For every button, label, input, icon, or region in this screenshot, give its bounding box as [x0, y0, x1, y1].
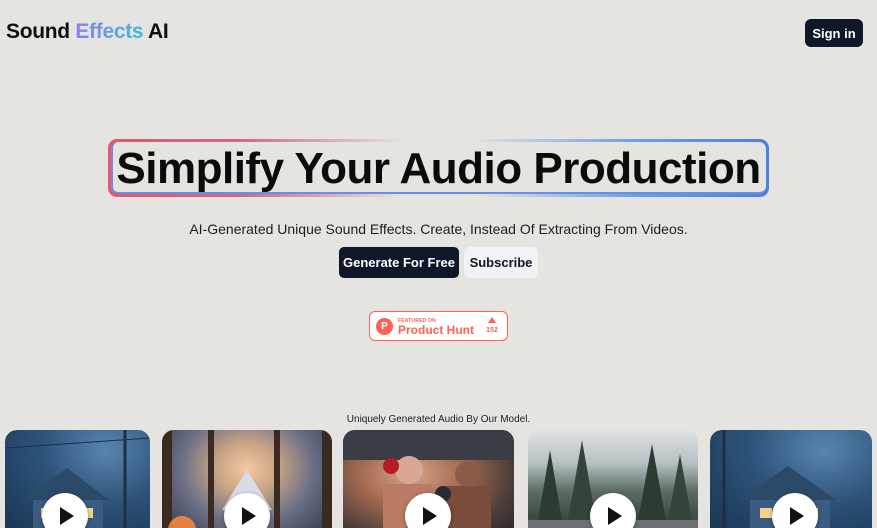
sound-card-3[interactable] [343, 430, 514, 528]
sound-card-1[interactable] [5, 430, 150, 528]
gallery-caption: Uniquely Generated Audio By Our Model. [346, 414, 531, 425]
sign-in-button[interactable]: Sign in [805, 19, 863, 47]
upvote-arrow-icon [488, 317, 496, 323]
hero-subtitle: AI-Generated Unique Sound Effects. Creat… [189, 221, 688, 237]
site-logo[interactable]: Sound Effects AI [6, 20, 169, 44]
logo-text-sound: Sound [6, 20, 76, 43]
product-hunt-name: Product Hunt [398, 323, 474, 337]
play-icon [423, 507, 437, 525]
play-icon [60, 507, 74, 525]
logo-text-effects: Effects [75, 20, 144, 43]
sound-card-5[interactable] [710, 430, 872, 528]
product-hunt-logo-icon: P [376, 318, 393, 335]
hero-title: Simplify Your Audio Production [116, 144, 761, 193]
generate-for-free-button[interactable]: Generate For Free [339, 247, 459, 278]
play-icon [608, 507, 622, 525]
play-icon [790, 507, 804, 525]
product-hunt-badge[interactable]: P FEATURED ON Product Hunt 152 [369, 311, 508, 341]
top-navigation: Sound Effects AI Sign in [0, 0, 877, 66]
play-icon [242, 507, 256, 525]
subscribe-button[interactable]: Subscribe [464, 247, 538, 278]
cta-buttons: Generate For Free Subscribe [339, 247, 538, 278]
sound-card-2[interactable] [162, 430, 332, 528]
upvote-count: 152 [486, 327, 498, 334]
sound-card-4[interactable] [528, 430, 698, 528]
logo-text-ai: AI [143, 20, 169, 43]
